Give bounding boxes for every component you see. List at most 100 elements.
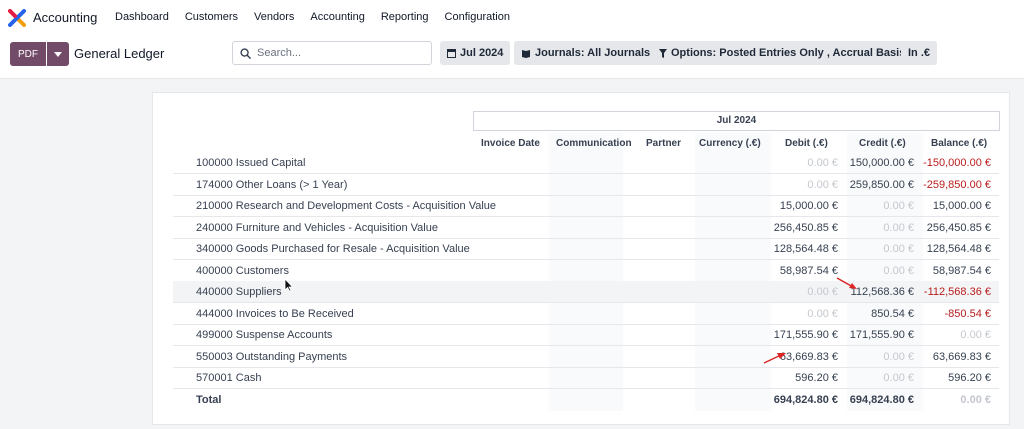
credit-value: 694,824.80 € [849, 393, 914, 406]
accounting-app-icon[interactable] [8, 9, 26, 27]
credit-value: 112,568.36 € [850, 286, 914, 298]
journals-filter-label: Journals: All Journals [535, 47, 651, 59]
journals-filter-button[interactable]: Journals: All Journals [514, 41, 658, 65]
ledger-row[interactable]: 210000 Research and Development Costs - … [173, 195, 999, 217]
credit-value: 0.00 € [883, 350, 914, 363]
account-name[interactable]: 340000 Goods Purchased for Resale - Acqu… [196, 243, 470, 255]
balance-value: -259,850.00 € [923, 178, 991, 191]
options-filter-label: Options: Posted Entries Only , Accrual B… [671, 47, 906, 59]
menu-configuration[interactable]: Configuration [445, 11, 510, 23]
search-input[interactable] [257, 45, 425, 61]
menu-dashboard[interactable]: Dashboard [115, 11, 169, 23]
account-name[interactable]: 400000 Customers [196, 265, 289, 277]
account-name[interactable]: 174000 Other Loans (> 1 Year) [196, 179, 347, 191]
balance-value: 256,450.85 € [926, 221, 991, 234]
ledger-row[interactable]: 444000 Invoices to Be Received 0.00 € 850.… [173, 303, 999, 325]
date-filter-label: Jul 2024 [460, 47, 504, 59]
menu-accounting[interactable]: Accounting [310, 11, 364, 23]
col-currency[interactable]: Currency (.€) [699, 138, 761, 149]
col-debit[interactable]: Debit (.€) [785, 138, 828, 149]
credit-value: 0.00 € [883, 243, 914, 255]
red-arrow-annotation [836, 277, 857, 289]
col-balance[interactable]: Balance (.€) [931, 138, 987, 149]
credit-value: 150,000.00 € [849, 157, 914, 169]
balance-value: 596.20 € [948, 372, 991, 384]
account-name[interactable]: 444000 Invoices to Be Received [196, 308, 354, 320]
debit-value: 171,555.90 € [773, 329, 838, 341]
ledger-row[interactable]: 400000 Customers 58,987.54 € 0.00 € 58,987.… [173, 260, 999, 282]
account-name[interactable]: 499000 Suspense Accounts [196, 329, 332, 341]
balance-value: 0.00 € [960, 393, 991, 406]
credit-value: 0.00 € [883, 200, 914, 212]
balance-value: -850.54 € [944, 307, 991, 320]
credit-value: 259,850.00 € [849, 178, 914, 191]
balance-value: 58,987.54 € [932, 264, 991, 277]
date-filter-button[interactable]: Jul 2024 [440, 41, 511, 65]
menu-reporting[interactable]: Reporting [381, 11, 429, 23]
pdf-dropdown-toggle[interactable] [47, 42, 69, 66]
red-arrow-annotation [763, 353, 786, 364]
search-box[interactable] [232, 41, 432, 65]
menu-vendors[interactable]: Vendors [254, 11, 294, 23]
options-filter-button[interactable]: Options: Posted Entries Only , Accrual B… [652, 41, 913, 65]
balance-value: -112,568.36 € [923, 286, 991, 298]
credit-value: 0.00 € [883, 221, 914, 234]
currency-filter-button[interactable]: In .€ [901, 41, 938, 65]
debit-value: 256,450.85 € [773, 221, 838, 234]
col-partner[interactable]: Partner [646, 138, 681, 149]
menu-customers[interactable]: Customers [185, 11, 238, 23]
period-header: Jul 2024 [473, 111, 1000, 131]
debit-value: 0.00 € [807, 157, 838, 169]
debit-value: 63,669.83 € [779, 350, 838, 363]
balance-value: 63,669.83 € [932, 350, 991, 363]
debit-value: 0.00 € [807, 286, 838, 298]
calendar-icon [447, 49, 456, 58]
book-icon [522, 49, 530, 58]
credit-value: 0.00 € [883, 264, 914, 277]
debit-value: 128,564.48 € [773, 243, 838, 255]
col-communication[interactable]: Communication [556, 138, 632, 149]
ledger-row[interactable]: 240000 Furniture and Vehicles - Acquisit… [173, 217, 999, 239]
ledger-row[interactable]: 499000 Suspense Accounts 171,555.90 € 171,… [173, 324, 999, 346]
debit-value: 694,824.80 € [773, 393, 838, 406]
top-navbar: Accounting Dashboard Customers Vendors A… [0, 0, 1024, 36]
credit-value: 171,555.90 € [849, 329, 914, 341]
credit-value: 850.54 € [871, 307, 914, 320]
pdf-button[interactable]: PDF [10, 42, 46, 66]
control-panel: PDF General Ledger Jul 2024 Journals: Al… [0, 36, 1024, 79]
balance-value: -150,000.00 € [923, 157, 991, 169]
mouse-cursor-icon [284, 278, 293, 292]
total-row[interactable]: Total 694,824.80 € 694,824.80 € 0.00 € [173, 389, 999, 410]
balance-value: 0.00 € [960, 329, 991, 341]
ledger-row[interactable]: 440000 Suppliers 0.00 € 112,568.36 € -112,5… [173, 281, 999, 303]
debit-value: 58,987.54 € [779, 264, 838, 277]
balance-value: 15,000.00 € [932, 200, 991, 212]
col-invoice-date[interactable]: Invoice Date [481, 138, 540, 149]
debit-value: 0.00 € [807, 178, 838, 191]
filter-icon [659, 48, 667, 58]
balance-value: 128,564.48 € [926, 243, 991, 255]
credit-value: 0.00 € [883, 372, 914, 384]
col-credit[interactable]: Credit (.€) [859, 138, 906, 149]
ledger-row[interactable]: 550003 Outstanding Payments 63,669.83 € 0.… [173, 346, 999, 368]
ledger-row[interactable]: 174000 Other Loans (> 1 Year) 0.00 € 259,8… [173, 174, 999, 196]
search-icon [240, 48, 251, 59]
debit-value: 596.20 € [795, 372, 838, 384]
account-name[interactable]: 210000 Research and Development Costs - … [196, 200, 496, 212]
account-name[interactable]: Total [196, 394, 221, 406]
account-name[interactable]: 570001 Cash [196, 372, 261, 384]
ledger-row[interactable]: 570001 Cash 596.20 € 0.00 € 596.20 € [173, 367, 999, 389]
currency-filter-label: In .€ [908, 47, 931, 59]
page-title: General Ledger [74, 46, 165, 61]
report-sheet: Jul 2024 Invoice Date Communication Part… [152, 92, 1010, 425]
debit-value: 15,000.00 € [779, 200, 838, 212]
account-name[interactable]: 100000 Issued Capital [196, 157, 305, 169]
app-name[interactable]: Accounting [33, 10, 97, 25]
account-name[interactable]: 550003 Outstanding Payments [196, 351, 347, 363]
main-menu: Dashboard Customers Vendors Accounting R… [115, 11, 526, 23]
caret-down-icon [54, 51, 62, 57]
ledger-row[interactable]: 100000 Issued Capital 0.00 € 150,000.00 € -… [173, 152, 999, 174]
ledger-row[interactable]: 340000 Goods Purchased for Resale - Acqu… [173, 238, 999, 260]
account-name[interactable]: 240000 Furniture and Vehicles - Acquisit… [196, 222, 438, 234]
account-name[interactable]: 440000 Suppliers [196, 286, 282, 298]
